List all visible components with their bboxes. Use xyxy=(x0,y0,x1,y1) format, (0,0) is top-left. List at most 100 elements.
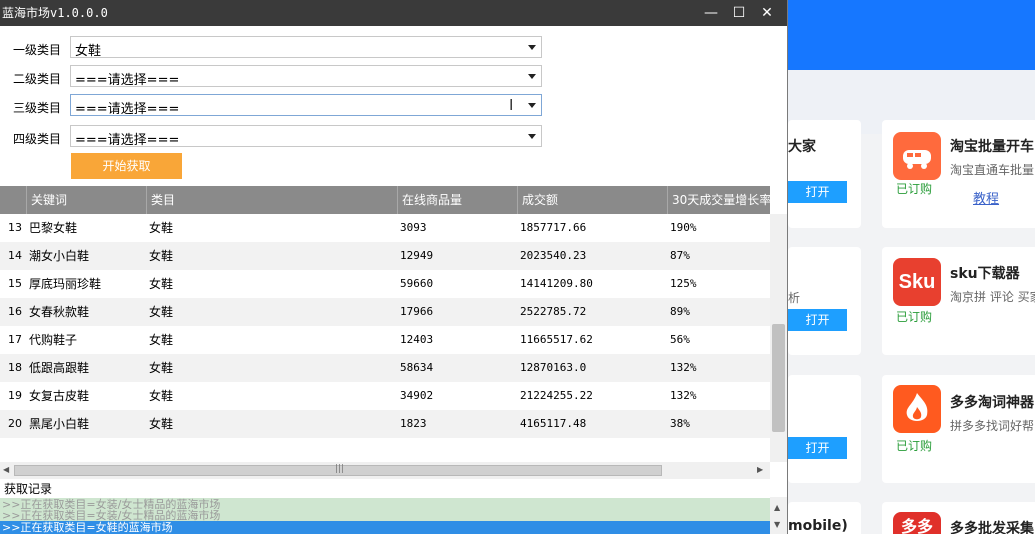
background-app-header xyxy=(788,0,1035,70)
app-card-desc: 拼多多找词好帮 xyxy=(950,419,1035,433)
table-row[interactable]: 14 潮女小白鞋 女鞋 12949 2023540.23 87% xyxy=(0,242,770,270)
category-cell: 女鞋 xyxy=(149,389,174,403)
level2-label: 二级类目 xyxy=(13,72,62,86)
growth-cell: 87% xyxy=(670,249,690,262)
online-count-cell: 34902 xyxy=(400,389,434,402)
log-scrollbar[interactable]: ▲ ▼ xyxy=(770,497,787,534)
app-card: 多多 多多批发采集 xyxy=(882,502,1035,534)
minimize-button[interactable]: — xyxy=(696,2,726,24)
column-header-amount[interactable]: 成交额 xyxy=(517,186,667,214)
text-cursor-icon: I xyxy=(509,96,514,114)
amount-cell: 11665517.62 xyxy=(520,333,593,346)
online-count-cell: 58634 xyxy=(400,361,434,374)
level1-label: 一级类目 xyxy=(13,43,62,57)
row-index: 14 xyxy=(8,249,22,262)
online-count-cell: 59660 xyxy=(400,277,434,290)
growth-cell: 132% xyxy=(670,361,697,374)
car-icon xyxy=(893,132,941,180)
app-card-title: 多多淘词神器 xyxy=(950,395,1034,411)
amount-cell: 21224255.22 xyxy=(520,389,593,402)
level2-select[interactable]: ===请选择=== xyxy=(70,65,542,88)
table-row[interactable]: 19 女复古皮鞋 女鞋 34902 21224255.22 132% xyxy=(0,382,770,410)
scroll-left-icon[interactable]: ◀ xyxy=(3,465,9,474)
open-button[interactable]: 打开 xyxy=(788,309,847,331)
sku-app-icon: Sku xyxy=(893,258,941,306)
subscribed-status: 已订购 xyxy=(896,182,933,196)
category-cell: 女鞋 xyxy=(149,221,174,235)
app-card-desc: 淘京拼 评论 买家 xyxy=(950,290,1035,304)
background-app-window: 大家 打开 析 打开 打开 mobile) 淘宝批量开车 淘宝直通车批量 已订购… xyxy=(788,0,1035,534)
vertical-scroll-thumb[interactable] xyxy=(772,324,785,432)
amount-cell: 12870163.0 xyxy=(520,361,587,374)
level3-select[interactable]: ===请选择=== I xyxy=(70,94,542,117)
table-row[interactable]: 18 低跟高跟鞋 女鞋 58634 12870163.0 132% xyxy=(0,354,770,382)
growth-cell: 38% xyxy=(670,417,690,430)
category-cell: 女鞋 xyxy=(149,249,174,263)
level1-select[interactable]: 女鞋 xyxy=(70,36,542,59)
app-card-title: mobile) xyxy=(788,518,848,534)
open-button[interactable]: 打开 xyxy=(788,437,847,459)
growth-cell: 125% xyxy=(670,277,697,290)
open-button[interactable]: 打开 xyxy=(788,181,847,203)
row-index: 15 xyxy=(8,277,22,290)
amount-cell: 1857717.66 xyxy=(520,221,587,234)
table-row[interactable]: 13 巴黎女鞋 女鞋 3093 1857717.66 190% xyxy=(0,214,770,242)
column-header-keyword[interactable]: 关键词 xyxy=(26,186,146,214)
tutorial-link[interactable]: 教程 xyxy=(973,188,999,207)
amount-cell: 14141209.80 xyxy=(520,277,593,290)
column-header-online-count[interactable]: 在线商品量 xyxy=(397,186,517,214)
main-window: 蓝海市场v1.0.0.0 — ☐ ✕ 一级类目 女鞋 二级类目 ===请选择==… xyxy=(0,0,788,534)
row-index: 13 xyxy=(8,221,22,234)
close-button[interactable]: ✕ xyxy=(752,2,782,24)
scroll-right-icon[interactable]: ▶ xyxy=(757,465,763,474)
table-horizontal-scrollbar[interactable]: ◀ ||| ▶ xyxy=(0,462,770,479)
keyword-cell: 厚底玛丽珍鞋 xyxy=(29,277,102,291)
level3-value: ===请选择=== xyxy=(75,102,180,117)
log-label: 获取记录 xyxy=(4,482,53,496)
app-card: 析 打开 xyxy=(788,247,861,355)
subscribed-status: 已订购 xyxy=(896,439,933,453)
app-card: 打开 xyxy=(788,375,861,483)
growth-cell: 56% xyxy=(670,333,690,346)
online-count-cell: 1823 xyxy=(400,417,427,430)
app-card-title: 淘宝批量开车 xyxy=(950,139,1034,155)
app-card-title: sku下载器 xyxy=(950,266,1020,282)
maximize-button[interactable]: ☐ xyxy=(724,2,754,24)
amount-cell: 4165117.48 xyxy=(520,417,587,430)
app-card: Sku sku下载器 淘京拼 评论 买家 已订购 xyxy=(882,247,1035,355)
horizontal-scroll-thumb[interactable]: ||| xyxy=(14,464,662,476)
keyword-cell: 黑尾小白鞋 xyxy=(29,417,90,431)
table-row[interactable]: 16 女春秋款鞋 女鞋 17966 2522785.72 89% xyxy=(0,298,770,326)
start-fetch-button[interactable]: 开始获取 xyxy=(71,153,182,179)
app-card: 多多淘词神器 拼多多找词好帮 已订购 xyxy=(882,375,1035,483)
level2-value: ===请选择=== xyxy=(75,73,180,88)
keyword-cell: 巴黎女鞋 xyxy=(29,221,78,235)
keyword-cell: 潮女小白鞋 xyxy=(29,249,90,263)
column-header-growth[interactable]: 30天成交量增长率 xyxy=(667,186,770,214)
chevron-down-icon xyxy=(528,134,536,139)
row-index: 16 xyxy=(8,305,22,318)
level4-select[interactable]: ===请选择=== xyxy=(70,125,542,148)
table-row[interactable]: 20 黑尾小白鞋 女鞋 1823 4165117.48 38% xyxy=(0,410,770,438)
category-cell: 女鞋 xyxy=(149,361,174,375)
scroll-down-icon[interactable]: ▼ xyxy=(774,520,780,529)
app-card-title: 大家 xyxy=(788,139,816,155)
online-count-cell: 12949 xyxy=(400,249,434,262)
title-bar[interactable]: 蓝海市场v1.0.0.0 — ☐ ✕ xyxy=(0,0,787,26)
table-vertical-scrollbar[interactable] xyxy=(770,214,787,462)
duoduo-app-icon: 多多 xyxy=(893,512,941,534)
table-row[interactable]: 17 代购鞋子 女鞋 12403 11665517.62 56% xyxy=(0,326,770,354)
level1-value: 女鞋 xyxy=(75,44,102,59)
table-header: 关键词 类目 在线商品量 成交额 30天成交量增长率 xyxy=(0,186,770,214)
online-count-cell: 12403 xyxy=(400,333,434,346)
category-cell: 女鞋 xyxy=(149,417,174,431)
row-index: 19 xyxy=(8,389,22,402)
column-header-category[interactable]: 类目 xyxy=(146,186,397,214)
keyword-cell: 低跟高跟鞋 xyxy=(29,361,90,375)
table-row[interactable]: 15 厚底玛丽珍鞋 女鞋 59660 14141209.80 125% xyxy=(0,270,770,298)
level4-label: 四级类目 xyxy=(13,132,62,146)
window-title: 蓝海市场v1.0.0.0 xyxy=(2,6,108,20)
grip-icon: ||| xyxy=(335,464,345,474)
amount-cell: 2522785.72 xyxy=(520,305,587,318)
scroll-up-icon[interactable]: ▲ xyxy=(774,503,780,512)
